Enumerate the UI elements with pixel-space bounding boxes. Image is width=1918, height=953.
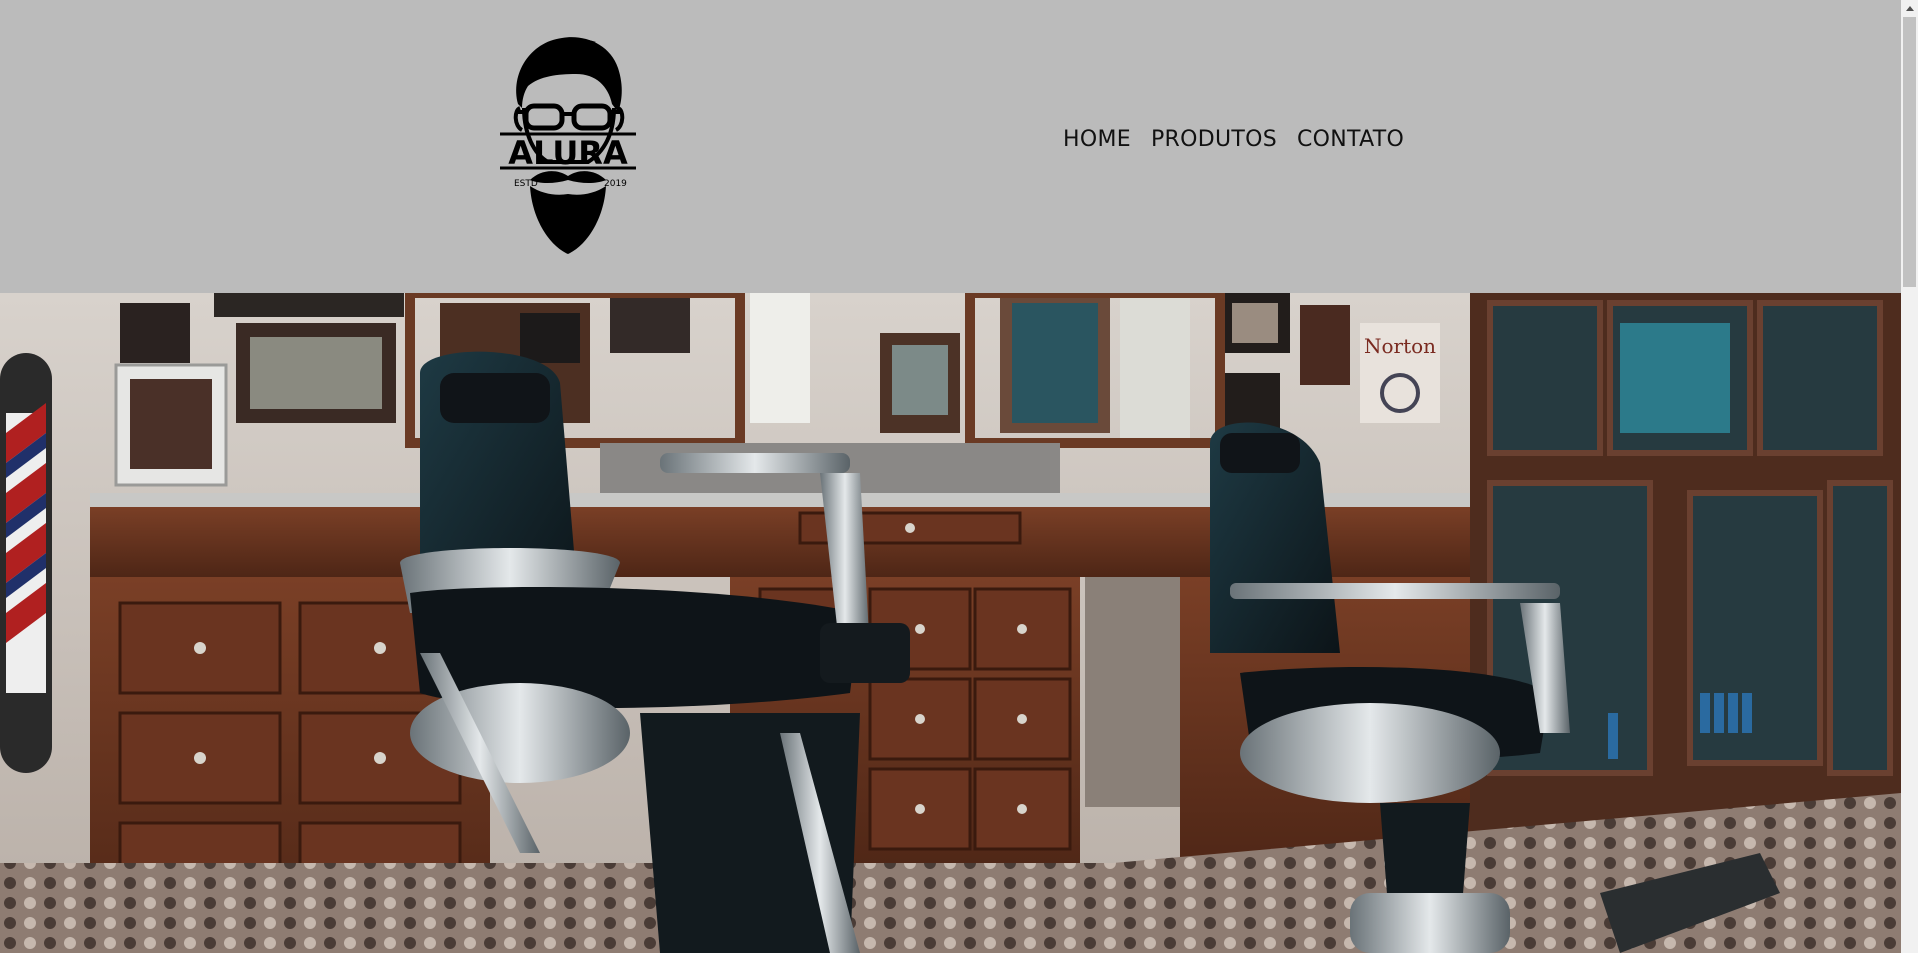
- barbershop-interior-photo: Norton: [0, 293, 1901, 953]
- bearded-man-glasses-logo-icon: ALURA ESTD 2019: [500, 37, 636, 254]
- alura-logo-link[interactable]: ALURA ESTD 2019: [500, 34, 636, 256]
- svg-text:ALURA: ALURA: [508, 134, 628, 172]
- site-header: ALURA ESTD 2019 HOME PRODUTOS CONTATO: [0, 0, 1901, 293]
- scrollbar-thumb[interactable]: [1903, 17, 1916, 287]
- nav-link-contato[interactable]: CONTATO: [1294, 120, 1407, 160]
- nav-link-home[interactable]: HOME: [1060, 120, 1134, 160]
- svg-text:2019: 2019: [604, 179, 627, 189]
- svg-text:Norton: Norton: [1364, 334, 1436, 358]
- vertical-scrollbar[interactable]: [1901, 0, 1918, 953]
- svg-text:ESTD: ESTD: [514, 179, 538, 189]
- scroll-up-arrow-icon[interactable]: [1901, 0, 1918, 17]
- page: ALURA ESTD 2019 HOME PRODUTOS CONTATO No…: [0, 0, 1901, 953]
- hero-banner: Norton: [0, 293, 1901, 953]
- browser-viewport: ALURA ESTD 2019 HOME PRODUTOS CONTATO No…: [0, 0, 1918, 953]
- nav-link-produtos[interactable]: PRODUTOS: [1148, 120, 1280, 160]
- main-nav: HOME PRODUTOS CONTATO: [1060, 120, 1407, 160]
